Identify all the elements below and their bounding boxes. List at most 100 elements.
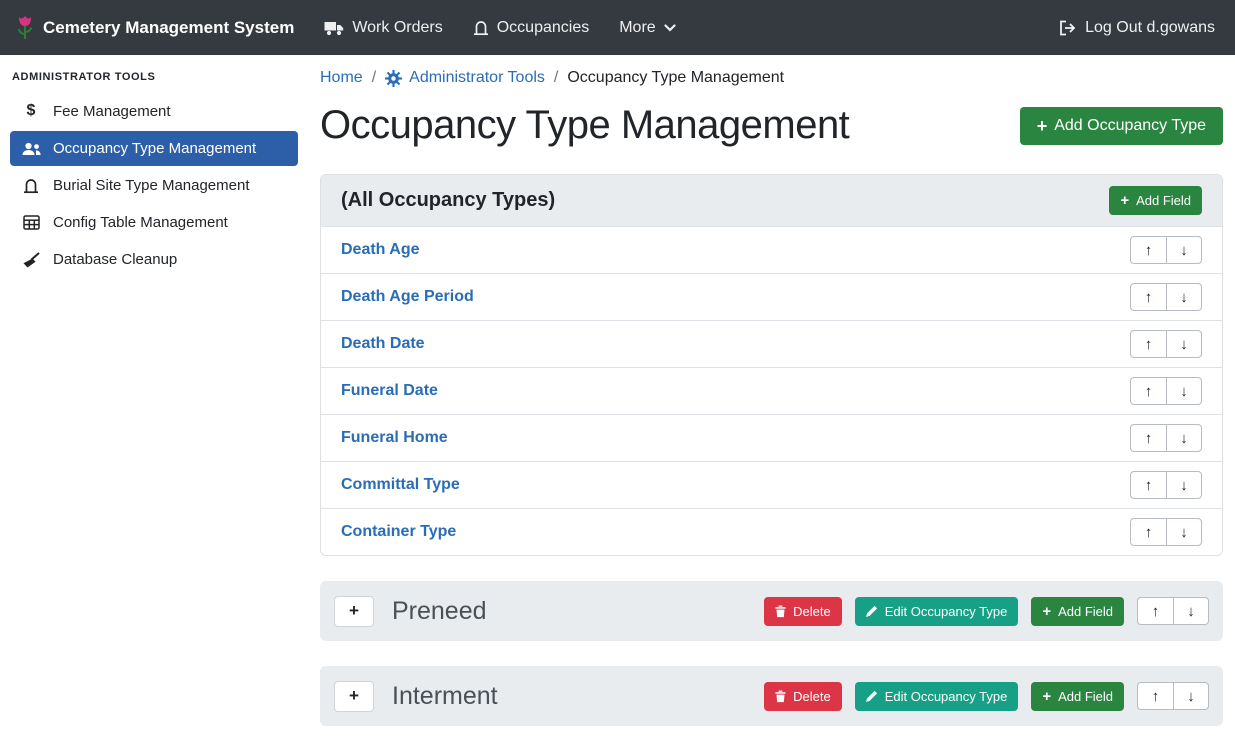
down-arrow-icon: ↓	[1180, 337, 1188, 352]
up-arrow-icon: ↑	[1145, 337, 1153, 352]
app-brand-label: Cemetery Management System	[43, 18, 294, 38]
up-arrow-icon: ↑	[1145, 525, 1153, 540]
field-link[interactable]: Funeral Home	[341, 429, 448, 447]
add-field-button[interactable]: + Add Field	[1031, 682, 1124, 711]
move-down-button[interactable]: ↓	[1166, 236, 1202, 264]
move-up-button[interactable]: ↑	[1137, 682, 1173, 710]
all-occupancy-types-card: (All Occupancy Types) + Add Field Death …	[320, 174, 1223, 556]
plus-icon: +	[1042, 689, 1051, 704]
field-link[interactable]: Container Type	[341, 523, 456, 541]
sidebar-item-burial-site-type-management[interactable]: Burial Site Type Management	[10, 168, 298, 203]
down-arrow-icon: ↓	[1180, 431, 1188, 446]
move-down-button[interactable]: ↓	[1166, 330, 1202, 358]
move-up-button[interactable]: ↑	[1130, 471, 1166, 499]
occupancy-type-section-interment: + Interment Delete	[320, 666, 1223, 726]
nav-work-orders[interactable]: Work Orders	[324, 19, 442, 37]
field-link[interactable]: Death Age Period	[341, 288, 474, 306]
app-brand[interactable]: Cemetery Management System	[16, 15, 294, 41]
nav-more[interactable]: More	[619, 19, 675, 37]
trash-icon	[775, 690, 786, 703]
dollar-icon: $	[20, 102, 42, 120]
logout-icon	[1059, 20, 1077, 36]
move-down-button[interactable]: ↓	[1173, 597, 1209, 625]
move-down-button[interactable]: ↓	[1166, 471, 1202, 499]
logout-button[interactable]: Log Out d.gowans	[1059, 19, 1215, 37]
delete-label: Delete	[793, 689, 831, 704]
move-up-button[interactable]: ↑	[1130, 283, 1166, 311]
all-occupancy-types-header: (All Occupancy Types) + Add Field	[321, 175, 1222, 227]
add-occupancy-type-label: Add Occupancy Type	[1054, 117, 1206, 135]
breadcrumb-separator: /	[554, 69, 558, 87]
add-field-button[interactable]: + Add Field	[1109, 186, 1202, 215]
move-up-button[interactable]: ↑	[1130, 377, 1166, 405]
breadcrumb-admin-tools-link[interactable]: Administrator Tools	[385, 69, 545, 87]
delete-button[interactable]: Delete	[764, 597, 842, 626]
sidebar-item-label: Burial Site Type Management	[53, 177, 250, 194]
add-occupancy-type-button[interactable]: + Add Occupancy Type	[1020, 107, 1223, 145]
sidebar-item-fee-management[interactable]: $ Fee Management	[10, 93, 298, 129]
sidebar-item-label: Config Table Management	[53, 214, 228, 231]
broom-icon	[20, 252, 42, 268]
reorder-buttons: ↑ ↓	[1137, 597, 1209, 625]
add-field-button[interactable]: + Add Field	[1031, 597, 1124, 626]
field-row: Committal Type ↑ ↓	[321, 462, 1222, 509]
move-down-button[interactable]: ↓	[1166, 424, 1202, 452]
sidebar-item-occupancy-type-management[interactable]: Occupancy Type Management	[10, 131, 298, 166]
gear-icon	[385, 70, 402, 87]
sidebar-item-label: Database Cleanup	[53, 251, 177, 268]
move-up-button[interactable]: ↑	[1130, 330, 1166, 358]
move-down-button[interactable]: ↓	[1166, 518, 1202, 546]
move-up-button[interactable]: ↑	[1130, 236, 1166, 264]
field-link[interactable]: Death Date	[341, 335, 425, 353]
delete-button[interactable]: Delete	[764, 682, 842, 711]
down-arrow-icon: ↓	[1180, 290, 1188, 305]
work-orders-icon	[324, 20, 344, 36]
logout-label: Log Out d.gowans	[1085, 19, 1215, 37]
plus-icon: +	[1042, 604, 1051, 619]
up-arrow-icon: ↑	[1145, 478, 1153, 493]
edit-occupancy-type-button[interactable]: Edit Occupancy Type	[855, 597, 1019, 626]
move-down-button[interactable]: ↓	[1173, 682, 1209, 710]
up-arrow-icon: ↑	[1145, 431, 1153, 446]
field-row: Death Age Period ↑ ↓	[321, 274, 1222, 321]
up-arrow-icon: ↑	[1152, 689, 1160, 704]
breadcrumb-separator: /	[372, 69, 376, 87]
sidebar-item-config-table-management[interactable]: Config Table Management	[10, 205, 298, 240]
move-down-button[interactable]: ↓	[1166, 283, 1202, 311]
reorder-buttons: ↑ ↓	[1130, 283, 1202, 311]
expand-button[interactable]: +	[334, 681, 374, 712]
reorder-buttons: ↑ ↓	[1130, 377, 1202, 405]
reorder-buttons: ↑ ↓	[1130, 424, 1202, 452]
reorder-buttons: ↑ ↓	[1130, 471, 1202, 499]
headstone-icon	[20, 178, 42, 194]
expand-button[interactable]: +	[334, 596, 374, 627]
field-link[interactable]: Funeral Date	[341, 382, 438, 400]
down-arrow-icon: ↓	[1180, 478, 1188, 493]
move-down-button[interactable]: ↓	[1166, 377, 1202, 405]
up-arrow-icon: ↑	[1145, 243, 1153, 258]
section-title: Interment	[392, 682, 498, 711]
sidebar: Administrator Tools $ Fee Management Occ…	[0, 55, 308, 738]
down-arrow-icon: ↓	[1187, 604, 1195, 619]
field-link[interactable]: Death Age	[341, 241, 420, 259]
reorder-buttons: ↑ ↓	[1137, 682, 1209, 710]
move-up-button[interactable]: ↑	[1130, 424, 1166, 452]
move-up-button[interactable]: ↑	[1137, 597, 1173, 625]
field-row: Container Type ↑ ↓	[321, 509, 1222, 555]
plus-icon: +	[1120, 193, 1129, 208]
table-icon	[20, 215, 42, 230]
breadcrumb: Home /	[320, 69, 1223, 87]
nav-occupancies-label: Occupancies	[497, 19, 590, 37]
sidebar-item-label: Occupancy Type Management	[53, 140, 256, 157]
breadcrumb-home-link[interactable]: Home	[320, 69, 363, 87]
nav-occupancies[interactable]: Occupancies	[473, 19, 590, 37]
sidebar-item-database-cleanup[interactable]: Database Cleanup	[10, 242, 298, 277]
section-actions: Delete Edit Occupancy Type + Add Field ↑	[764, 597, 1209, 626]
edit-occupancy-type-button[interactable]: Edit Occupancy Type	[855, 682, 1019, 711]
breadcrumb-admin-tools-label: Administrator Tools	[409, 69, 545, 87]
section-title: Preneed	[392, 597, 487, 626]
move-up-button[interactable]: ↑	[1130, 518, 1166, 546]
down-arrow-icon: ↓	[1180, 384, 1188, 399]
field-link[interactable]: Committal Type	[341, 476, 460, 494]
edit-occupancy-type-label: Edit Occupancy Type	[885, 604, 1008, 619]
